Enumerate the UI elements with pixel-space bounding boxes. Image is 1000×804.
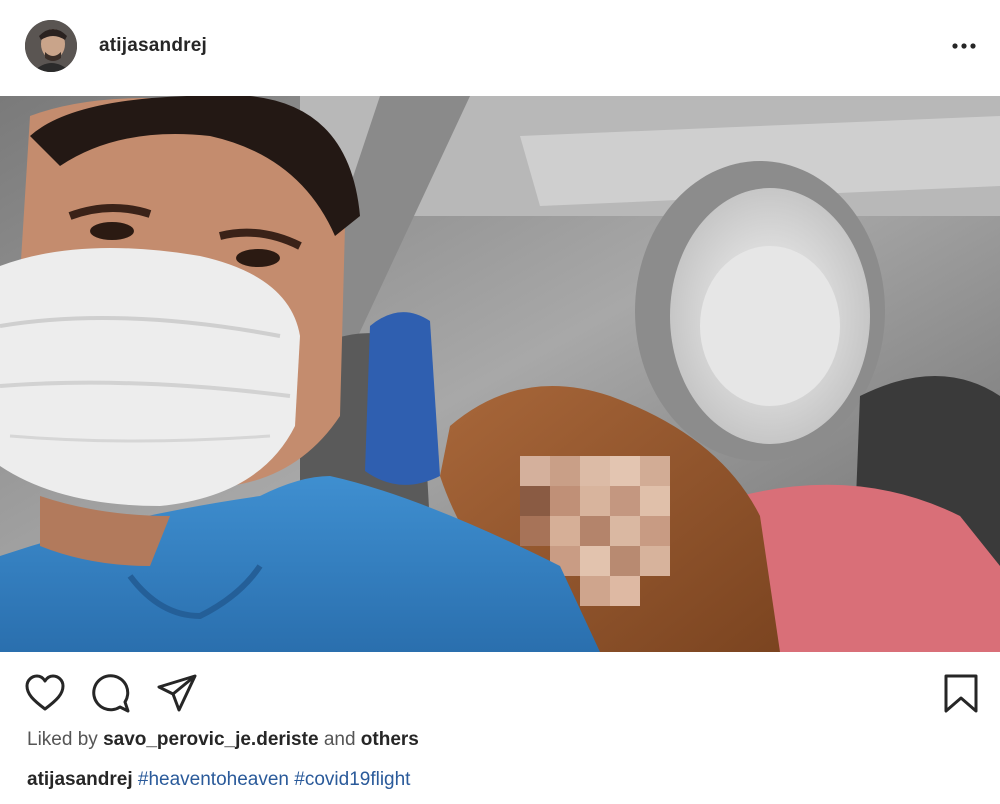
post-actions xyxy=(0,652,1000,732)
heart-icon[interactable] xyxy=(23,672,67,716)
likes-summary: Liked by savo_perovic_je.deriste and oth… xyxy=(27,729,419,751)
caption-username[interactable]: atijasandrej xyxy=(27,769,133,790)
post-caption: atijasandrej #heaventoheaven #covid19fli… xyxy=(27,769,410,791)
liker-username[interactable]: savo_perovic_je.deriste xyxy=(103,729,318,750)
user-avatar[interactable] xyxy=(25,20,77,72)
hashtag-link[interactable]: #covid19flight xyxy=(294,769,410,790)
post-username[interactable]: atijasandrej xyxy=(99,35,207,57)
likes-prefix: Liked by xyxy=(27,729,98,750)
send-icon[interactable] xyxy=(155,672,199,716)
likes-others[interactable]: others xyxy=(361,729,419,750)
likes-connector: and xyxy=(323,729,356,750)
more-options-icon[interactable] xyxy=(946,30,982,60)
post-photo[interactable] xyxy=(0,96,1000,652)
bookmark-icon[interactable] xyxy=(939,672,983,716)
instagram-post: atijasandrej Liked by savo_perovic_je.de… xyxy=(0,0,1000,804)
hashtag-link[interactable]: #heaventoheaven xyxy=(138,769,289,790)
comment-icon[interactable] xyxy=(89,672,133,716)
post-header: atijasandrej xyxy=(0,0,1000,96)
